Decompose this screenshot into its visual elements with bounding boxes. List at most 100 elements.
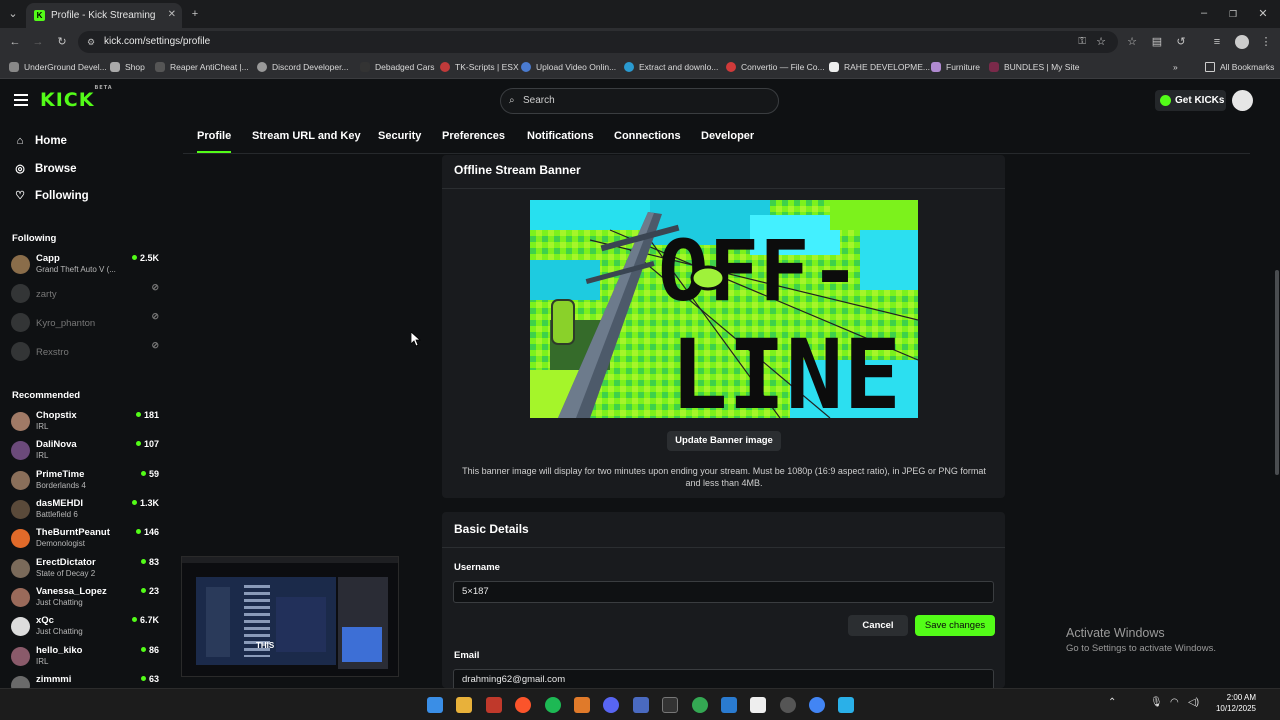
brave-icon[interactable] — [515, 697, 531, 713]
bookmark-item[interactable]: Reaper AntiCheat |... — [155, 62, 249, 72]
bookmark-item[interactable]: BUNDLES | My Site — [989, 62, 1079, 72]
channel-item[interactable]: TheBurntPeanut Demonologist 146 — [11, 527, 161, 555]
bookmark-item[interactable]: UnderGround Devel... — [9, 62, 107, 72]
channel-item[interactable]: Capp Grand Theft Auto V (... 2.5K — [11, 253, 161, 281]
bookmark-item[interactable]: Extract and downlo... — [624, 62, 718, 72]
menu-icon[interactable] — [14, 94, 28, 106]
password-key-icon[interactable]: ⚿ — [1078, 31, 1086, 53]
minimize-icon[interactable]: – — [1197, 7, 1211, 19]
app-icon[interactable] — [750, 697, 766, 713]
sidebar-item-following[interactable]: ♡ Following — [12, 189, 89, 203]
tab-search-icon[interactable]: ⌄ — [6, 8, 20, 20]
mouse-cursor-icon — [411, 332, 421, 347]
extensions-icon[interactable]: ☆ — [1125, 36, 1139, 48]
channel-item[interactable]: zimmmi 63 — [11, 674, 161, 688]
browser-menu-icon[interactable]: ⋮ — [1259, 36, 1273, 48]
media-icon[interactable]: ≡ — [1210, 36, 1224, 48]
chrome-active-icon[interactable] — [809, 697, 825, 713]
channel-item[interactable]: ErectDictator State of Decay 2 83 — [11, 557, 161, 585]
picture-in-picture-video[interactable]: THIS — [181, 556, 399, 677]
history-icon[interactable]: ↺ — [1174, 36, 1188, 48]
app-icon[interactable] — [486, 697, 502, 713]
sidebar-item-home[interactable]: ⌂ Home — [12, 135, 67, 147]
maximize-icon[interactable]: ❐ — [1226, 8, 1240, 20]
bookmark-item[interactable]: Furniture — [931, 62, 980, 72]
get-kicks-button[interactable]: Get KICKs — [1155, 90, 1226, 111]
bookmark-favicon-icon — [521, 62, 531, 72]
app-icon[interactable] — [574, 697, 590, 713]
bookmarks-bar: UnderGround Devel... Shop Reaper AntiChe… — [0, 56, 1280, 79]
forward-icon[interactable]: → — [31, 36, 45, 48]
sidebar-item-browse[interactable]: ◎ Browse — [12, 162, 76, 176]
bookmark-item[interactable]: Upload Video Onlin... — [521, 62, 616, 72]
channel-item[interactable]: zarty ⊘ — [11, 282, 161, 310]
more-bookmarks-icon[interactable]: » — [1173, 62, 1178, 72]
chrome-icon[interactable] — [692, 697, 708, 713]
terminal-icon[interactable] — [662, 697, 678, 713]
avatar — [11, 617, 30, 636]
channel-item[interactable]: Chopstix IRL 181 — [11, 410, 161, 438]
update-banner-button[interactable]: Update Banner image — [667, 431, 781, 451]
bookmark-item[interactable]: Discord Developer... — [257, 62, 349, 72]
username-field[interactable]: 5×187 — [453, 581, 994, 603]
kick-logo[interactable]: KICKBETA — [40, 85, 113, 111]
profile-icon[interactable] — [1235, 35, 1249, 49]
tab-developer[interactable]: Developer — [701, 130, 754, 142]
email-field[interactable]: drahming62@gmail.com — [453, 669, 994, 688]
tab-connections[interactable]: Connections — [614, 130, 681, 142]
tab-preferences[interactable]: Preferences — [442, 130, 505, 142]
tab-notifications[interactable]: Notifications — [527, 130, 594, 142]
wifi-icon[interactable]: ◠ — [1170, 697, 1179, 708]
app-icon[interactable] — [838, 697, 854, 713]
file-explorer-icon[interactable] — [456, 697, 472, 713]
bookmark-item[interactable]: TK-Scripts | ESX — [440, 62, 519, 72]
tab-security[interactable]: Security — [378, 130, 421, 142]
microphone-icon[interactable]: 🎙 — [1150, 697, 1163, 708]
avatar — [11, 676, 30, 688]
tab-close-icon[interactable]: ✕ — [168, 9, 176, 20]
all-bookmarks-folder[interactable]: All Bookmarks — [1205, 62, 1274, 72]
search-icon: ⌕ — [509, 95, 515, 106]
channel-item[interactable]: dasMEHDI Battlefield 6 1.3K — [11, 498, 161, 526]
browser-tab[interactable]: K Profile - Kick Streaming ✕ — [26, 3, 182, 28]
channel-item[interactable]: DaliNova IRL 107 — [11, 439, 161, 467]
volume-icon[interactable]: ◁) — [1188, 697, 1199, 708]
browser-tab-strip: ⌄ K Profile - Kick Streaming ✕ + – ❐ ✕ — [0, 0, 1280, 28]
address-bar[interactable]: ⚙ kick.com/settings/profile ⚿ ☆ — [78, 31, 1118, 53]
spotify-icon[interactable] — [545, 697, 561, 713]
vscode-icon[interactable] — [721, 697, 737, 713]
avatar — [11, 441, 30, 460]
channel-item[interactable]: Rexstro ⊘ — [11, 340, 161, 368]
start-icon[interactable] — [427, 697, 443, 713]
channel-item[interactable]: xQc Just Chatting 6.7K — [11, 615, 161, 643]
discord-icon[interactable] — [603, 697, 619, 713]
site-info-icon[interactable]: ⚙ — [87, 31, 95, 53]
new-tab-icon[interactable]: + — [188, 8, 202, 20]
bookmark-item[interactable]: Debadged Cars — [360, 62, 435, 72]
channel-item[interactable]: hello_kiko IRL 86 — [11, 645, 161, 673]
avatar — [11, 500, 30, 519]
bookmark-item[interactable]: RAHE DEVELOPME... — [829, 62, 930, 72]
app-icon[interactable] — [633, 697, 649, 713]
tab-stream-url-and-key[interactable]: Stream URL and Key — [252, 130, 361, 142]
channel-item[interactable]: PrimeTime Borderlands 4 59 — [11, 469, 161, 497]
tray-overflow-icon[interactable]: ⌃ — [1108, 697, 1116, 708]
close-window-icon[interactable]: ✕ — [1256, 8, 1270, 20]
channel-item[interactable]: Vanessa_Lopez Just Chatting 23 — [11, 586, 161, 614]
reload-icon[interactable]: ↻ — [55, 36, 69, 48]
save-changes-button[interactable]: Save changes — [915, 615, 995, 636]
bookmark-star-icon[interactable]: ☆ — [1096, 31, 1106, 53]
bookmark-item[interactable]: Shop — [110, 62, 145, 72]
system-clock[interactable]: 2:00 AM 10/12/2025 — [1206, 692, 1256, 714]
avatar — [11, 559, 30, 578]
search-input[interactable]: ⌕ Search — [500, 88, 779, 114]
tab-profile[interactable]: Profile — [197, 130, 231, 142]
user-avatar[interactable] — [1232, 90, 1253, 111]
bookmark-item[interactable]: Convertio — File Co... — [726, 62, 825, 72]
app-icon[interactable] — [780, 697, 796, 713]
page-scrollbar[interactable] — [1275, 270, 1279, 475]
back-icon[interactable]: ← — [8, 36, 22, 48]
reading-list-icon[interactable]: ▤ — [1150, 36, 1164, 48]
channel-item[interactable]: Kyro_phanton ⊘ — [11, 311, 161, 339]
cancel-button[interactable]: Cancel — [848, 615, 908, 636]
